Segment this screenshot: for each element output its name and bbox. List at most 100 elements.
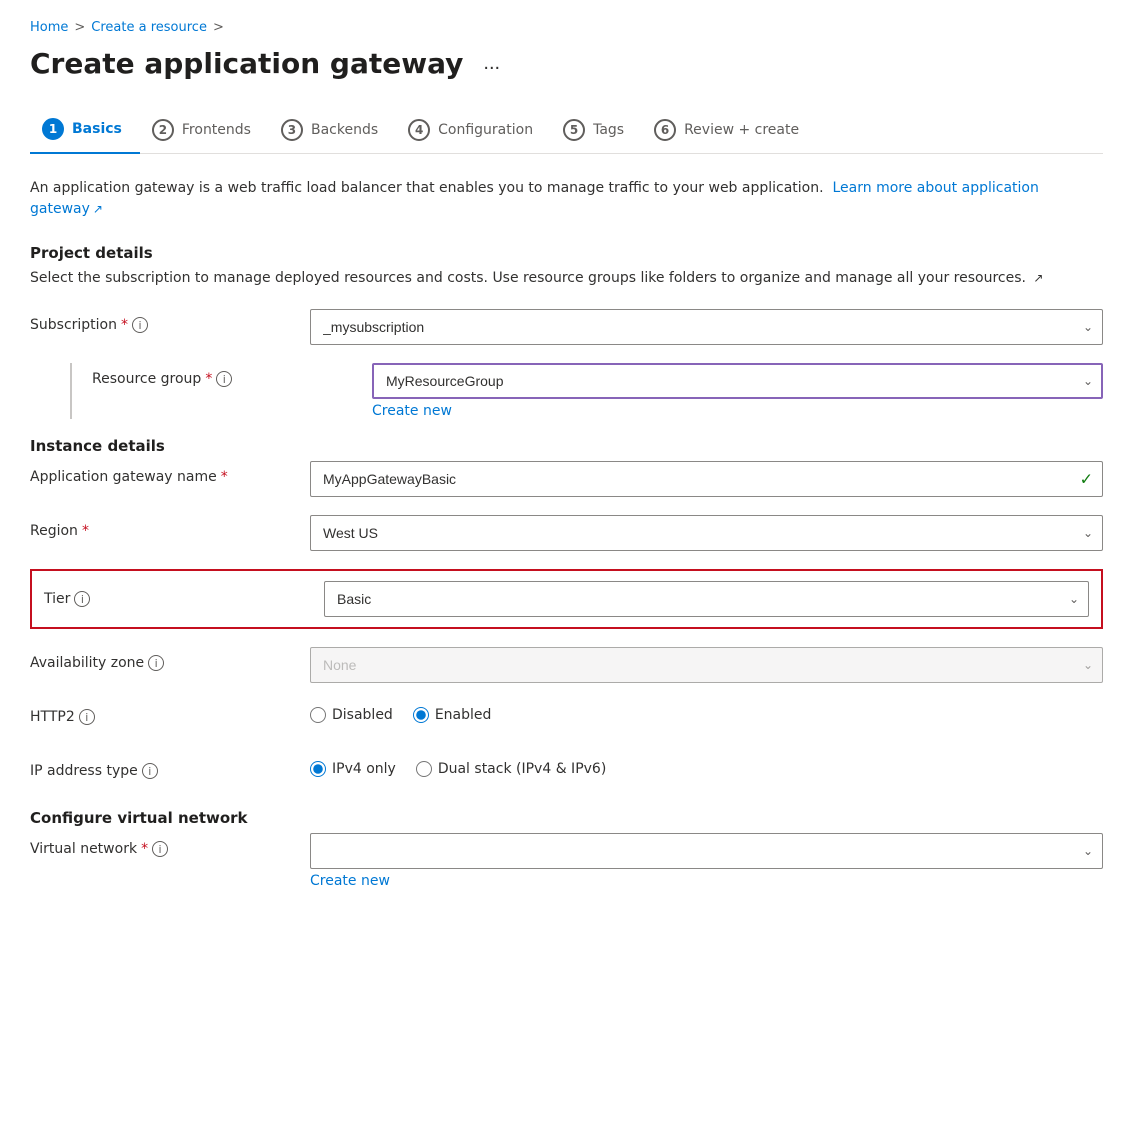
- ip-type-radio-group: IPv4 only Dual stack (IPv4 & IPv6): [310, 755, 1103, 777]
- region-select-wrapper: West US ⌄: [310, 515, 1103, 551]
- vnet-label-col: Virtual network * i: [30, 833, 310, 857]
- gateway-name-input[interactable]: [310, 461, 1103, 497]
- page-title: Create application gateway: [30, 47, 463, 80]
- ellipsis-button[interactable]: ...: [475, 48, 508, 79]
- http2-disabled-option[interactable]: Disabled: [310, 707, 393, 723]
- az-label: Availability zone: [30, 655, 144, 671]
- az-label-col: Availability zone i: [30, 647, 310, 671]
- step-label-frontends: Frontends: [182, 122, 251, 138]
- step-number-3: 3: [281, 119, 303, 141]
- subscription-select[interactable]: _mysubscription: [310, 309, 1103, 345]
- rg-control: MyResourceGroup ⌄ Create new: [372, 363, 1103, 419]
- az-info-icon[interactable]: i: [148, 655, 164, 671]
- vnet-create-new-link[interactable]: Create new: [310, 873, 390, 889]
- rg-label: Resource group: [92, 371, 201, 387]
- az-select[interactable]: None: [310, 647, 1103, 683]
- gateway-name-row: Application gateway name * ✓: [30, 461, 1103, 497]
- tier-select-wrapper: Basic ⌄: [324, 581, 1089, 617]
- gateway-name-check-icon: ✓: [1080, 470, 1093, 489]
- ipv4-option[interactable]: IPv4 only: [310, 761, 396, 777]
- tier-select[interactable]: Basic: [324, 581, 1089, 617]
- dual-stack-option[interactable]: Dual stack (IPv4 & IPv6): [416, 761, 606, 777]
- ip-type-info-icon[interactable]: i: [142, 763, 158, 779]
- dual-stack-label: Dual stack (IPv4 & IPv6): [438, 761, 606, 777]
- dual-stack-radio[interactable]: [416, 761, 432, 777]
- vnet-info-icon[interactable]: i: [152, 841, 168, 857]
- breadcrumb-home[interactable]: Home: [30, 20, 68, 35]
- http2-label: HTTP2: [30, 709, 75, 725]
- gateway-name-required: *: [221, 469, 228, 485]
- vnet-label: Virtual network: [30, 841, 137, 857]
- project-details-desc: Select the subscription to manage deploy…: [30, 268, 1103, 289]
- step-label-review-create: Review + create: [684, 122, 799, 138]
- tab-frontends[interactable]: 2 Frontends: [140, 109, 269, 153]
- breadcrumb-sep1: >: [74, 20, 85, 35]
- http2-disabled-radio[interactable]: [310, 707, 326, 723]
- http2-enabled-radio[interactable]: [413, 707, 429, 723]
- step-number-5: 5: [563, 119, 585, 141]
- region-row: Region * West US ⌄: [30, 515, 1103, 551]
- breadcrumb-create-resource[interactable]: Create a resource: [91, 20, 207, 35]
- vnet-select-wrapper: ⌄: [310, 833, 1103, 869]
- instance-details-section: Instance details Application gateway nam…: [30, 437, 1103, 791]
- ipv4-label: IPv4 only: [332, 761, 396, 777]
- wizard-steps: 1 Basics 2 Frontends 3 Backends 4 Config…: [30, 108, 1103, 154]
- subscription-info-icon[interactable]: i: [132, 317, 148, 333]
- subscription-required: *: [121, 317, 128, 333]
- breadcrumb-sep2: >: [213, 20, 224, 35]
- breadcrumb: Home > Create a resource >: [30, 20, 1103, 35]
- http2-enabled-option[interactable]: Enabled: [413, 707, 492, 723]
- resource-group-row: Resource group * i MyResourceGroup ⌄ Cre…: [92, 363, 1103, 419]
- http2-enabled-label: Enabled: [435, 707, 492, 723]
- http2-control: Disabled Enabled: [310, 701, 1103, 723]
- project-desc-external-icon: ↗: [1033, 271, 1043, 285]
- tab-tags[interactable]: 5 Tags: [551, 109, 642, 153]
- ip-type-label-col: IP address type i: [30, 755, 310, 779]
- availability-zone-row: Availability zone i None ⌄: [30, 647, 1103, 683]
- region-select[interactable]: West US: [310, 515, 1103, 551]
- resource-group-indent: Resource group * i MyResourceGroup ⌄ Cre…: [30, 363, 1103, 419]
- description-text: An application gateway is a web traffic …: [30, 178, 1103, 220]
- vnet-control: ⌄ Create new: [310, 833, 1103, 889]
- http2-row: HTTP2 i Disabled Enabled: [30, 701, 1103, 737]
- tier-row: Tier i Basic ⌄: [30, 569, 1103, 629]
- ip-type-control: IPv4 only Dual stack (IPv4 & IPv6): [310, 755, 1103, 777]
- ipv4-radio[interactable]: [310, 761, 326, 777]
- subscription-label: Subscription: [30, 317, 117, 333]
- rg-create-new-link[interactable]: Create new: [372, 403, 452, 419]
- http2-radio-group: Disabled Enabled: [310, 701, 1103, 723]
- subscription-control: _mysubscription ⌄: [310, 309, 1103, 345]
- gateway-name-control: ✓: [310, 461, 1103, 497]
- rg-info-icon[interactable]: i: [216, 371, 232, 387]
- tier-info-icon[interactable]: i: [74, 591, 90, 607]
- tab-basics[interactable]: 1 Basics: [30, 108, 140, 154]
- http2-disabled-label: Disabled: [332, 707, 393, 723]
- gateway-name-input-wrapper: ✓: [310, 461, 1103, 497]
- region-label-col: Region *: [30, 515, 310, 539]
- step-label-tags: Tags: [593, 122, 624, 138]
- tier-control: Basic ⌄: [324, 581, 1089, 617]
- az-control: None ⌄: [310, 647, 1103, 683]
- rg-label-col: Resource group * i: [92, 363, 372, 387]
- rg-content: Resource group * i MyResourceGroup ⌄ Cre…: [72, 363, 1103, 419]
- region-required: *: [82, 523, 89, 539]
- subscription-label-col: Subscription * i: [30, 309, 310, 333]
- http2-info-icon[interactable]: i: [79, 709, 95, 725]
- tier-label-col: Tier i: [44, 591, 324, 607]
- tab-backends[interactable]: 3 Backends: [269, 109, 396, 153]
- vnet-section-header: Configure virtual network: [30, 809, 1103, 827]
- gateway-name-label-col: Application gateway name *: [30, 461, 310, 485]
- vnet-select[interactable]: [310, 833, 1103, 869]
- tab-configuration[interactable]: 4 Configuration: [396, 109, 551, 153]
- project-details-section: Project details Select the subscription …: [30, 244, 1103, 419]
- az-select-wrapper: None ⌄: [310, 647, 1103, 683]
- step-number-6: 6: [654, 119, 676, 141]
- resource-group-select[interactable]: MyResourceGroup: [372, 363, 1103, 399]
- http2-label-col: HTTP2 i: [30, 701, 310, 725]
- step-label-backends: Backends: [311, 122, 378, 138]
- tab-review-create[interactable]: 6 Review + create: [642, 109, 817, 153]
- rg-required: *: [205, 371, 212, 387]
- ip-type-label: IP address type: [30, 763, 138, 779]
- project-details-header: Project details: [30, 244, 1103, 262]
- region-label: Region: [30, 523, 78, 539]
